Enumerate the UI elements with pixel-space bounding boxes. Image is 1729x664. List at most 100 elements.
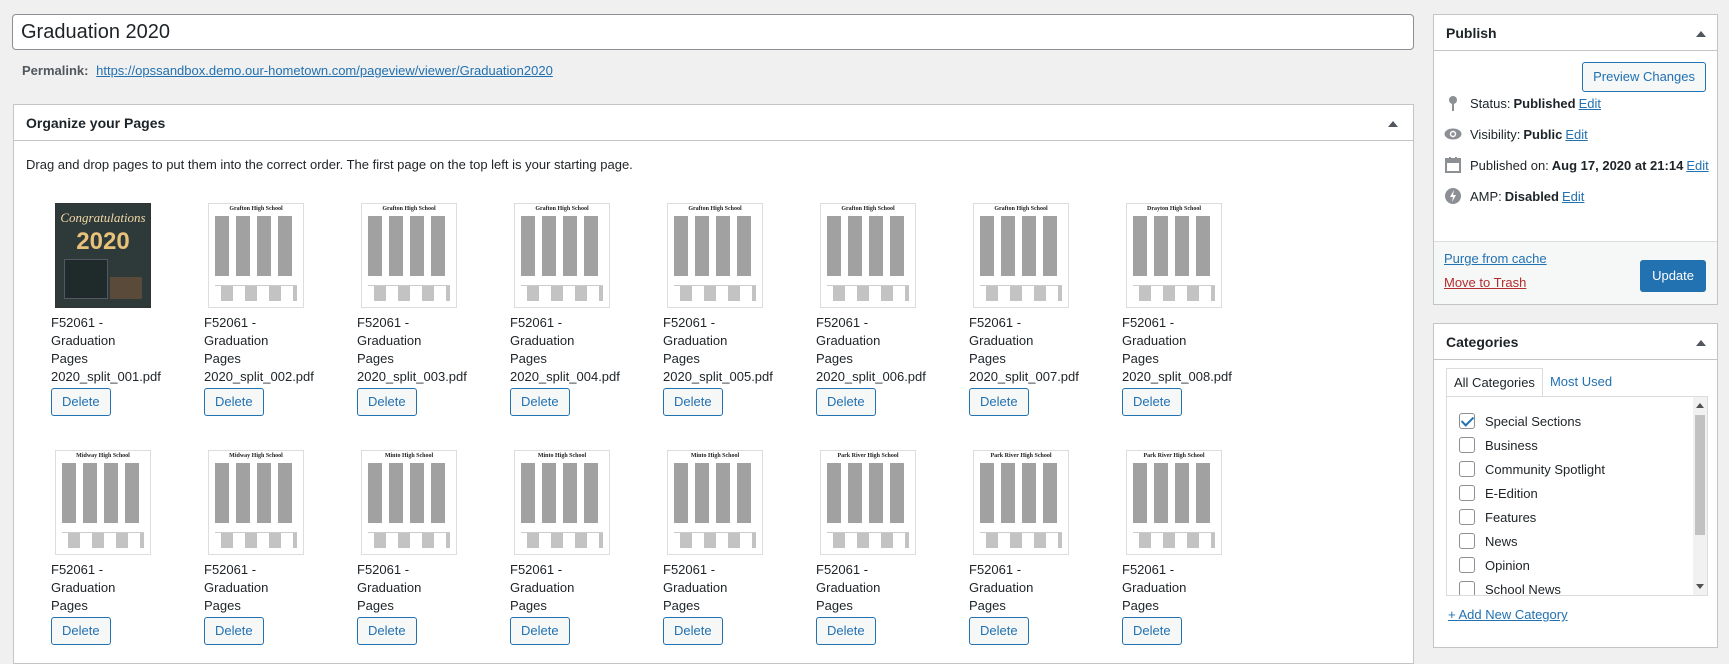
update-button[interactable]: Update: [1640, 260, 1706, 292]
collapse-arrow-icon[interactable]: [1388, 121, 1398, 127]
category-checkbox[interactable]: [1459, 485, 1475, 501]
page-item[interactable]: Grafton High School F52061 - Graduation Pag…: [663, 203, 813, 416]
page-thumbnail[interactable]: Drayton High School: [1126, 203, 1222, 308]
scroll-up-arrow-icon[interactable]: [1696, 403, 1704, 408]
status-edit-link[interactable]: Edit: [1579, 96, 1601, 111]
file-name-line: F52061 -: [816, 315, 869, 330]
page-file-name: F52061 - Graduation Pages 2020_split_002.pd…: [204, 314, 314, 386]
thumbnail-photos: [1133, 216, 1215, 276]
collapse-arrow-icon[interactable]: [1696, 31, 1706, 37]
page-item[interactable]: Minto High School F52061 - Graduation Pages…: [510, 450, 660, 645]
category-label[interactable]: Special Sections: [1485, 414, 1581, 429]
category-scrollbar[interactable]: [1693, 397, 1707, 595]
permalink-link[interactable]: https://opssandbox.demo.our-hometown.com…: [96, 63, 553, 78]
delete-page-button[interactable]: Delete: [510, 617, 570, 645]
file-name-line: Graduation: [51, 333, 116, 348]
page-thumbnail[interactable]: Midway High School: [208, 450, 304, 555]
page-item[interactable]: Grafton High School F52061 - Graduation Pag…: [357, 203, 507, 416]
delete-page-button[interactable]: Delete: [510, 388, 570, 416]
file-name-line: Graduation: [1122, 580, 1187, 595]
delete-page-button[interactable]: Delete: [663, 388, 723, 416]
tab-all-categories[interactable]: All Categories: [1446, 368, 1543, 397]
page-thumbnail[interactable]: Minto High School: [361, 450, 457, 555]
page-thumbnail[interactable]: Minto High School: [514, 450, 610, 555]
collapse-arrow-icon[interactable]: [1696, 340, 1706, 346]
category-label[interactable]: Features: [1485, 510, 1536, 525]
preview-changes-button[interactable]: Preview Changes: [1582, 62, 1706, 92]
page-thumbnail[interactable]: Park River High School: [973, 450, 1069, 555]
file-name-line: F52061 -: [663, 315, 716, 330]
delete-page-button[interactable]: Delete: [1122, 388, 1182, 416]
page-item[interactable]: Park River High School F52061 - Graduation…: [816, 450, 966, 645]
category-checkbox[interactable]: [1459, 509, 1475, 525]
chalkboard-graphic: [64, 259, 108, 299]
scroll-down-arrow-icon[interactable]: [1696, 584, 1704, 589]
category-checkbox[interactable]: [1459, 557, 1475, 573]
delete-page-button[interactable]: Delete: [357, 388, 417, 416]
page-thumbnail[interactable]: Congratulations 2020: [55, 203, 151, 308]
publish-actions: Purge from cache Move to Trash Update: [1434, 241, 1717, 304]
move-to-trash-link[interactable]: Move to Trash: [1444, 275, 1526, 290]
page-thumbnail[interactable]: Grafton High School: [820, 203, 916, 308]
page-item[interactable]: Grafton High School F52061 - Graduation Pag…: [969, 203, 1119, 416]
delete-page-button[interactable]: Delete: [663, 617, 723, 645]
category-label[interactable]: E-Edition: [1485, 486, 1538, 501]
page-thumbnail[interactable]: Park River High School: [1126, 450, 1222, 555]
page-item[interactable]: Midway High School F52061 - Graduation Page…: [204, 450, 354, 645]
delete-page-button[interactable]: Delete: [51, 388, 111, 416]
file-name-line: F52061 -: [357, 562, 410, 577]
page-item[interactable]: Grafton High School F52061 - Graduation Pag…: [204, 203, 354, 416]
category-label[interactable]: Community Spotlight: [1485, 462, 1605, 477]
delete-page-button[interactable]: Delete: [1122, 617, 1182, 645]
category-label[interactable]: Business: [1485, 438, 1538, 453]
file-name-line: Pages: [204, 598, 241, 613]
category-checklist-panel: Special Sections Business Community Spotli…: [1446, 396, 1708, 596]
categories-header: Categories: [1434, 324, 1717, 360]
amp-edit-link[interactable]: Edit: [1562, 189, 1584, 204]
scrollbar-thumb[interactable]: [1695, 415, 1705, 535]
visibility-edit-link[interactable]: Edit: [1565, 127, 1587, 142]
purge-cache-link[interactable]: Purge from cache: [1444, 251, 1547, 266]
thumbnail-school-name: Minto High School: [537, 453, 587, 459]
delete-page-button[interactable]: Delete: [816, 617, 876, 645]
delete-page-button[interactable]: Delete: [357, 617, 417, 645]
delete-page-button[interactable]: Delete: [969, 388, 1029, 416]
page-thumbnail[interactable]: Minto High School: [667, 450, 763, 555]
page-item[interactable]: Drayton High School F52061 - Graduation Pag…: [1122, 203, 1272, 416]
post-title-input[interactable]: Graduation 2020: [12, 14, 1414, 50]
page-item[interactable]: Minto High School F52061 - Graduation Pages…: [357, 450, 507, 645]
delete-page-button[interactable]: Delete: [204, 388, 264, 416]
page-item[interactable]: Minto High School F52061 - Graduation Pages…: [663, 450, 813, 645]
tab-most-used[interactable]: Most Used: [1543, 368, 1619, 397]
delete-page-button[interactable]: Delete: [204, 617, 264, 645]
page-thumbnail[interactable]: Midway High School: [55, 450, 151, 555]
file-name-line: F52061 -: [1122, 315, 1175, 330]
page-item[interactable]: Park River High School F52061 - Graduation…: [969, 450, 1119, 645]
page-thumbnail[interactable]: Grafton High School: [667, 203, 763, 308]
category-label[interactable]: School News: [1485, 582, 1561, 596]
page-thumbnail[interactable]: Grafton High School: [514, 203, 610, 308]
thumbnail-photos: [827, 463, 909, 523]
category-checkbox[interactable]: [1459, 533, 1475, 549]
published-on-edit-link[interactable]: Edit: [1686, 158, 1708, 173]
category-checkbox[interactable]: [1459, 413, 1475, 429]
category-label[interactable]: News: [1485, 534, 1518, 549]
category-checkbox[interactable]: [1459, 581, 1475, 595]
page-item[interactable]: Midway High School F52061 - Graduation Page…: [51, 450, 201, 645]
thumbnail-school-name: Grafton High School: [841, 206, 895, 212]
add-new-category-link[interactable]: + Add New Category: [1448, 607, 1568, 622]
page-thumbnail[interactable]: Grafton High School: [208, 203, 304, 308]
page-item[interactable]: Grafton High School F52061 - Graduation Pag…: [510, 203, 660, 416]
category-checkbox[interactable]: [1459, 437, 1475, 453]
page-thumbnail[interactable]: Park River High School: [820, 450, 916, 555]
page-item[interactable]: Congratulations 2020 F52061 - Graduation Pag…: [51, 203, 201, 416]
category-checkbox[interactable]: [1459, 461, 1475, 477]
delete-page-button[interactable]: Delete: [969, 617, 1029, 645]
page-item[interactable]: Park River High School F52061 - Graduation…: [1122, 450, 1272, 645]
page-thumbnail[interactable]: Grafton High School: [361, 203, 457, 308]
category-label[interactable]: Opinion: [1485, 558, 1530, 573]
page-thumbnail[interactable]: Grafton High School: [973, 203, 1069, 308]
delete-page-button[interactable]: Delete: [816, 388, 876, 416]
delete-page-button[interactable]: Delete: [51, 617, 111, 645]
page-item[interactable]: Grafton High School F52061 - Graduation Pag…: [816, 203, 966, 416]
